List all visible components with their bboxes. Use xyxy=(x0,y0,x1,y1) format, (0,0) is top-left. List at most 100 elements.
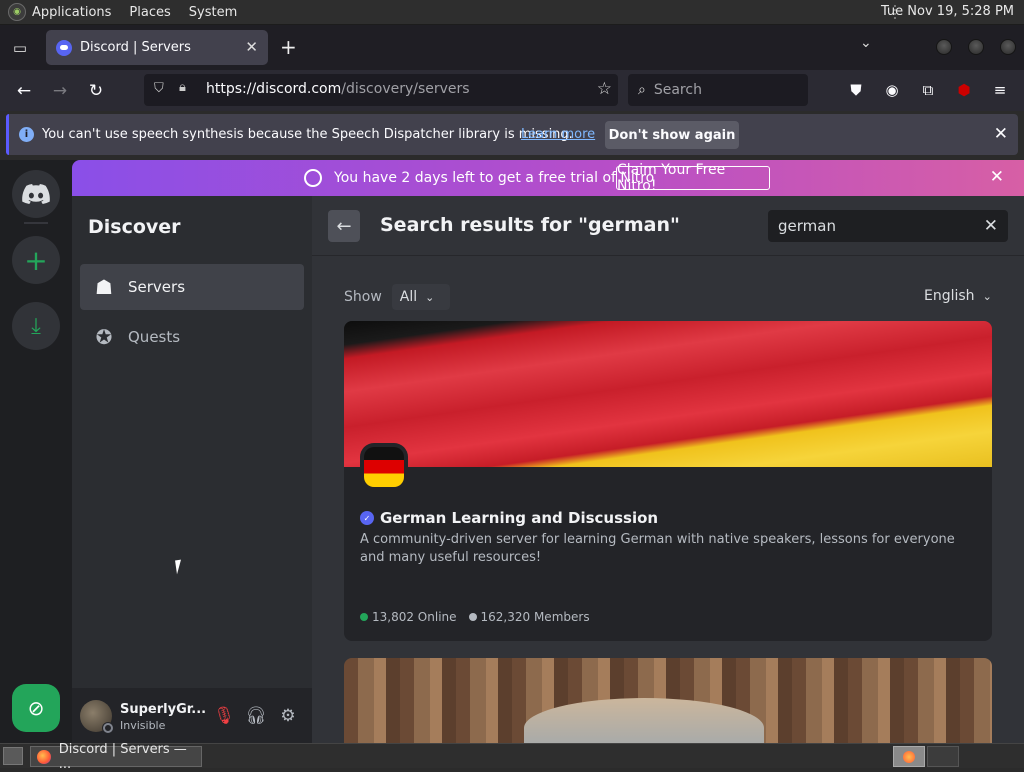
show-desktop-icon[interactable] xyxy=(3,747,23,765)
search-value: german xyxy=(778,217,836,235)
german-flag-icon xyxy=(364,447,404,487)
server-banner xyxy=(344,321,992,467)
online-count: 13,802 Online xyxy=(372,610,457,624)
server-search-input[interactable]: german ✕ xyxy=(768,210,1008,242)
forward-arrow-icon[interactable]: → xyxy=(48,79,72,103)
servers-icon: ☗ xyxy=(95,275,113,299)
dont-show-again-button[interactable]: Don't show again xyxy=(605,121,739,149)
sidebar-item-servers[interactable]: ☗ Servers xyxy=(80,264,304,310)
server-card-banner-partial[interactable] xyxy=(344,658,992,743)
bottom-panel: Discord | Servers — ... xyxy=(0,742,1024,772)
tab-list-icon[interactable]: ▭ xyxy=(0,25,40,70)
add-server-icon[interactable]: + xyxy=(12,236,60,284)
sidebar-item-label: Quests xyxy=(128,328,181,346)
pocket-icon[interactable]: ⛊ xyxy=(846,80,866,100)
new-tab-icon[interactable]: + xyxy=(280,35,297,59)
discover-compass-icon[interactable]: ⊘ xyxy=(12,684,60,732)
tab-title: Discord | Servers xyxy=(80,40,191,55)
close-tab-icon[interactable]: ✕ xyxy=(245,38,258,56)
back-arrow-icon[interactable]: ← xyxy=(12,79,36,103)
server-name: ✓ German Learning and Discussion xyxy=(360,509,658,527)
sidebar-item-quests[interactable]: ✪ Quests xyxy=(80,314,304,360)
user-panel: SuperlyGr... Invisible 🎙︎ 🎧︎ ⚙ xyxy=(72,688,312,743)
tracking-shield-icon[interactable]: ⛉ xyxy=(154,81,164,96)
discover-title: Discover xyxy=(88,216,181,238)
search-icon: ⌕ xyxy=(638,82,646,98)
filter-row: Show All ⌄ xyxy=(344,284,450,310)
reload-icon[interactable]: ↻ xyxy=(84,79,108,103)
nitro-icon xyxy=(304,169,322,187)
back-button[interactable]: ← xyxy=(328,210,360,242)
chevron-down-icon: ⌄ xyxy=(425,290,435,304)
server-description: A community-driven server for learning G… xyxy=(360,532,955,565)
notification-accent xyxy=(6,114,9,155)
guild-separator xyxy=(24,222,48,224)
show-filter-select[interactable]: All ⌄ xyxy=(391,284,450,310)
server-stats: 13,802 Online 162,320 Members xyxy=(360,610,590,624)
hamburger-menu-icon[interactable]: ≡ xyxy=(990,80,1010,100)
tab-discord-servers[interactable]: Discord | Servers ✕ xyxy=(46,30,268,65)
applications-menu[interactable]: Applications xyxy=(32,5,111,20)
online-dot-icon xyxy=(360,613,368,621)
speech-notification-bar: i You can't use speech synthesis because… xyxy=(6,114,1018,155)
chevron-down-icon: ⌄ xyxy=(982,289,992,303)
lock-icon[interactable]: 🔒︎ xyxy=(179,80,186,95)
language-select[interactable]: English ⌄ xyxy=(924,288,992,304)
info-icon: i xyxy=(19,127,34,142)
places-menu[interactable]: Places xyxy=(129,5,170,20)
discord-app: + ⤓ ⊘ You have 2 days left to get a free… xyxy=(0,160,1024,743)
discord-home-icon[interactable] xyxy=(12,170,60,218)
clock[interactable]: Tue Nov 19, 5:28 PM xyxy=(881,4,1014,19)
search-placeholder: Search xyxy=(653,82,702,98)
user-status: Invisible xyxy=(120,719,166,732)
chevron-down-icon[interactable]: ⌄ xyxy=(860,35,872,51)
close-window-button[interactable] xyxy=(1000,39,1016,55)
nitro-message: You have 2 days left to get a free trial… xyxy=(334,170,655,186)
sidebar-item-label: Servers xyxy=(128,278,186,296)
system-menu[interactable]: System xyxy=(189,5,237,20)
account-icon[interactable]: ◉ xyxy=(882,80,902,100)
search-header: ← Search results for "german" german ✕ xyxy=(312,196,1024,256)
avatar[interactable] xyxy=(80,700,114,734)
claim-nitro-button[interactable]: Claim Your Free Nitro! xyxy=(616,162,770,194)
workspace-1[interactable] xyxy=(893,746,925,767)
system-top-panel: ◉ Applications Places System Tue Nov 19,… xyxy=(0,0,1024,25)
extensions-icon[interactable]: ⧉ xyxy=(918,80,938,100)
learn-more-link[interactable]: Learn more xyxy=(521,127,595,142)
download-apps-icon[interactable]: ⤓ xyxy=(12,302,60,350)
notification-message: You can't use speech synthesis because t… xyxy=(42,127,573,142)
maximize-window-button[interactable] xyxy=(968,39,984,55)
discord-favicon-icon xyxy=(56,39,72,56)
server-icon xyxy=(360,443,408,491)
close-nitro-banner-icon[interactable]: ✕ xyxy=(990,167,1004,187)
mute-microphone-icon[interactable]: 🎙︎ xyxy=(213,706,235,726)
discover-main: ← Search results for "german" german ✕ S… xyxy=(312,196,1024,743)
street-image xyxy=(524,698,764,743)
members-dot-icon xyxy=(468,613,477,621)
page-title: Search results for "german" xyxy=(380,214,680,236)
headphones-icon[interactable]: 🎧︎ xyxy=(245,706,267,726)
url-text[interactable]: https://discord.com/discovery/servers xyxy=(206,81,470,97)
distro-logo-icon[interactable]: ◉ xyxy=(8,3,26,21)
gear-icon[interactable]: ⚙ xyxy=(278,706,298,726)
username[interactable]: SuperlyGr... xyxy=(120,702,206,717)
url-bar[interactable]: ⛉ 🔒︎ https://discord.com/discovery/serve… xyxy=(144,74,618,106)
clear-search-icon[interactable]: ✕ xyxy=(984,216,998,236)
minimize-window-button[interactable] xyxy=(936,39,952,55)
firefox-icon xyxy=(37,749,51,764)
server-card[interactable]: ✓ German Learning and Discussion A commu… xyxy=(344,321,992,641)
close-notification-icon[interactable]: ✕ xyxy=(994,124,1008,144)
member-count: 162,320 Members xyxy=(480,610,590,624)
ublock-origin-icon[interactable]: ⬢ xyxy=(954,80,974,100)
taskbar-window-button[interactable]: Discord | Servers — ... xyxy=(30,742,202,772)
firefox-icon xyxy=(903,750,915,763)
quests-icon: ✪ xyxy=(95,325,113,349)
browser-search-field[interactable]: ⌕ Search xyxy=(628,74,808,106)
discover-sidebar: Discover ☗ Servers ✪ Quests xyxy=(72,196,312,743)
browser-tab-strip: ▭ Discord | Servers ✕ + ⌄ xyxy=(0,25,1024,70)
guild-sidebar: + ⤓ ⊘ xyxy=(0,160,72,743)
workspace-2[interactable] xyxy=(927,746,959,767)
invisible-status-icon xyxy=(102,722,114,734)
nitro-trial-banner: You have 2 days left to get a free trial… xyxy=(72,160,1024,196)
bookmark-star-icon[interactable]: ☆ xyxy=(597,79,612,99)
